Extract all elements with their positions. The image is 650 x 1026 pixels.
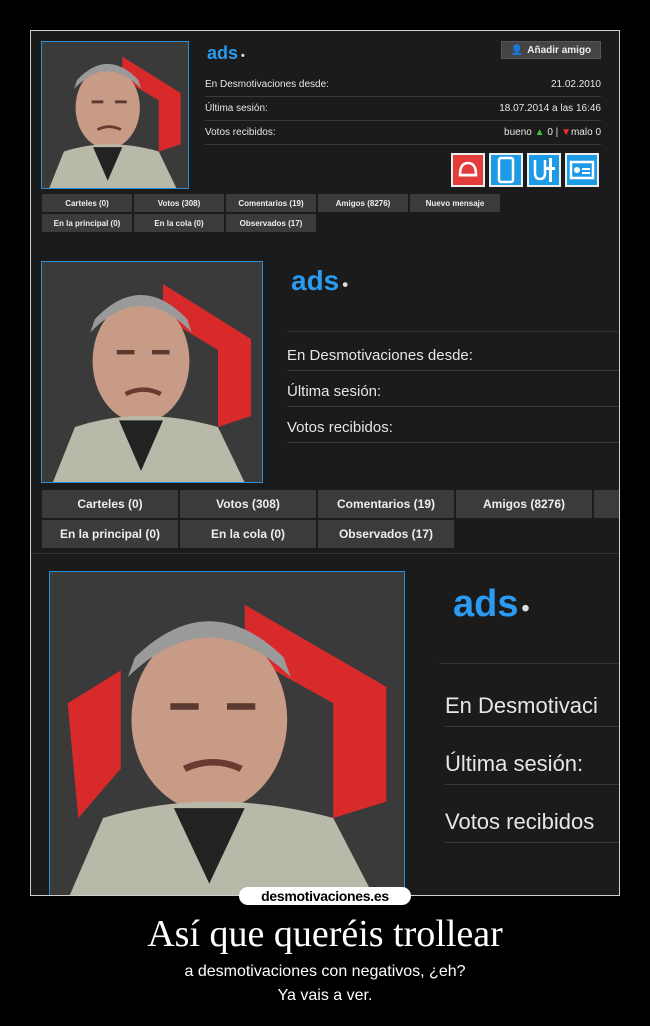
add-friend-label: Añadir amigo [527,44,592,56]
online-dot: • [342,275,349,294]
tab-en-la-cola[interactable]: En la cola (0) [133,213,225,233]
bad-votes-count: 0 [595,127,601,138]
info-row-last-session: Última sesión: [287,383,619,407]
tabs-row-2: En la principal (0) En la cola (0) Obser… [41,213,317,233]
tab-votos[interactable]: Votos (308) [179,489,317,519]
badge-icons [451,153,599,187]
tab-amigos[interactable]: Amigos (8276) [317,193,409,213]
info-value: 21.02.2010 [550,79,601,90]
id-card-icon[interactable] [565,153,599,187]
divider [439,663,619,664]
username[interactable]: ads • [291,265,348,297]
profile-card-zoom-2: ads • En Desmotivaci Última sesión: Votos… [31,553,619,895]
avatar[interactable] [41,41,189,189]
tabs-row-1: Carteles (0) Votos (308) Comentarios (19… [41,193,501,213]
tab-amigos[interactable]: Amigos (8276) [455,489,593,519]
votes-separator: | [555,127,559,138]
info-label: En Desmotivaci [445,693,598,718]
avatar[interactable] [49,571,405,895]
username[interactable]: ads • [207,43,245,64]
info-value: 18.07.2014 a las 16:46 [499,103,601,114]
avatar-image [42,262,262,482]
avatar-image [50,572,404,895]
tab-nuevo-mensaje[interactable] [593,489,619,519]
divider [287,331,619,332]
divider [31,553,619,554]
info-label: En Desmotivaciones desde: [287,347,473,364]
profile-card-zoom-1: ads • En Desmotivaciones desde: Última se… [31,249,619,551]
tab-votos[interactable]: Votos (308) [133,193,225,213]
tab-comentarios[interactable]: Comentarios (19) [225,193,317,213]
good-votes-label: bueno [504,127,532,138]
poster-subtitle-line2: Ya vais a ver. [277,987,373,1004]
info-row-since: En Desmotivaciones desde: [287,347,619,371]
helmet-icon[interactable] [451,153,485,187]
add-friend-button[interactable]: 👤 Añadir amigo [501,41,601,59]
info-label: Votos recibidos [445,809,595,834]
username-text[interactable]: ads [453,583,518,625]
username-text[interactable]: ads [291,265,339,296]
tabs-row-2: En la principal (0) En la cola (0) Obser… [41,519,455,549]
tab-comentarios[interactable]: Comentarios (19) [317,489,455,519]
info-label: Votos recibidos: [205,127,276,138]
info-row-last-session: Última sesión: 18.07.2014 a las 16:46 [205,103,601,121]
info-row-votes: Votos recibidos: [287,419,619,443]
profile-card-original: ads • 👤 Añadir amigo En Desmotivaciones de… [31,31,619,247]
down-arrow-icon: ▼ [561,127,571,138]
info-row-votes: Votos recibidos: bueno ▲ 0 | ▼malo 0 [205,127,601,145]
site-logo[interactable]: desmotivaciones.es [239,887,411,905]
votes-value: bueno ▲ 0 | ▼malo 0 [504,127,601,138]
screenshot-panel: ads • 👤 Añadir amigo En Desmotivaciones de… [31,31,619,895]
poster-subtitle-line1: a desmotivaciones con negativos, ¿eh? [184,963,466,980]
good-votes-count: 0 [547,127,553,138]
info-row-since: En Desmotivaciones desde: 21.02.2010 [205,79,601,97]
tools-icon[interactable] [527,153,561,187]
tab-nuevo-mensaje[interactable]: Nuevo mensaje [409,193,501,213]
online-dot: • [521,595,530,621]
bad-votes-label: malo [570,127,593,138]
info-row-votes: Votos recibidos [445,809,619,843]
info-label: Última sesión: [287,383,382,400]
info-row-last-session: Última sesión: [445,751,619,785]
poster-frame: ads • 👤 Añadir amigo En Desmotivaciones de… [30,30,620,896]
add-user-icon: 👤 [510,44,524,56]
tab-observados[interactable]: Observados (17) [225,213,317,233]
tab-carteles[interactable]: Carteles (0) [41,193,133,213]
tab-en-la-cola[interactable]: En la cola (0) [179,519,317,549]
tabs-row-1: Carteles (0) Votos (308) Comentarios (19… [41,489,619,519]
poster-title: Así que queréis trollear [147,913,503,955]
phone-icon[interactable] [489,153,523,187]
info-label: Votos recibidos: [287,419,393,436]
info-label: Última sesión: [445,751,584,776]
tab-observados[interactable]: Observados (17) [317,519,455,549]
up-arrow-icon: ▲ [534,127,545,138]
tab-en-la-principal[interactable]: En la principal (0) [41,213,133,233]
tab-en-la-principal[interactable]: En la principal (0) [41,519,179,549]
online-dot: • [241,50,245,62]
tab-carteles[interactable]: Carteles (0) [41,489,179,519]
info-label: Última sesión: [205,103,268,114]
info-row-since: En Desmotivaci [445,693,619,727]
avatar[interactable] [41,261,263,483]
username-text[interactable]: ads [207,43,238,63]
avatar-image [42,42,188,188]
username[interactable]: ads • [453,583,529,626]
info-label: En Desmotivaciones desde: [205,79,329,90]
